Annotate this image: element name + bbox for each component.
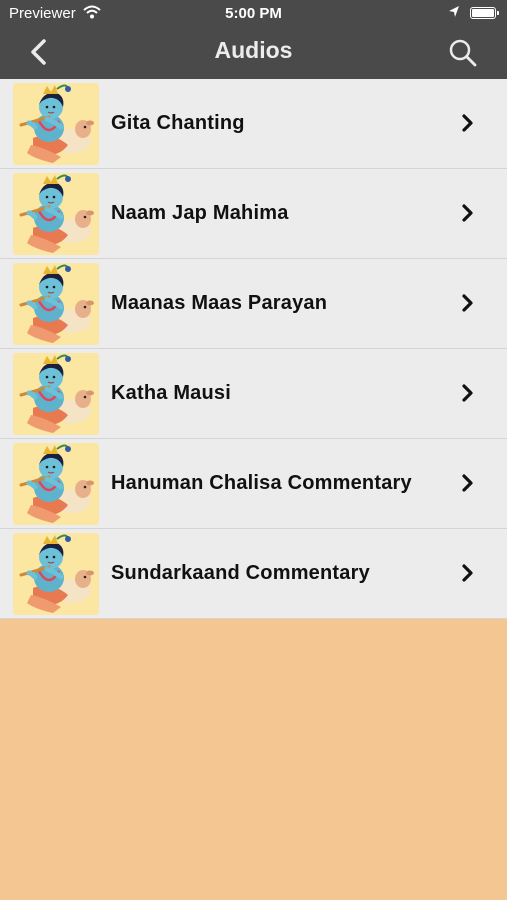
list-item-label: Hanuman Chalisa Commentary bbox=[111, 472, 412, 494]
page-title: Audios bbox=[214, 37, 293, 63]
status-bar: Previewer 5:00 PM bbox=[0, 0, 507, 26]
krishna-thumbnail bbox=[13, 83, 99, 165]
battery-icon bbox=[470, 7, 499, 19]
chevron-right-icon bbox=[461, 383, 475, 403]
navigation-bar: Audios bbox=[0, 26, 507, 79]
krishna-thumbnail bbox=[13, 263, 99, 345]
search-icon[interactable] bbox=[448, 38, 478, 68]
list-item[interactable]: Katha Mausi bbox=[0, 349, 507, 439]
krishna-thumbnail bbox=[13, 353, 99, 435]
status-time: 5:00 PM bbox=[225, 5, 282, 22]
chevron-right-icon bbox=[461, 563, 475, 583]
chevron-right-icon bbox=[461, 473, 475, 493]
list-item-label: Maanas Maas Parayan bbox=[111, 292, 328, 314]
location-arrow-icon bbox=[448, 5, 460, 22]
chevron-right-icon bbox=[461, 203, 475, 223]
list-item[interactable]: Naam Jap Mahima bbox=[0, 169, 507, 259]
list-item[interactable]: Maanas Maas Parayan bbox=[0, 259, 507, 349]
chevron-right-icon bbox=[461, 293, 475, 313]
chevron-right-icon bbox=[461, 113, 475, 133]
krishna-thumbnail bbox=[13, 533, 99, 615]
audio-list: Gita Chanting Naam Jap Mahima Maanas Maa… bbox=[0, 79, 507, 619]
list-item-label: Gita Chanting bbox=[111, 112, 245, 134]
krishna-thumbnail bbox=[13, 173, 99, 255]
list-item-label: Katha Mausi bbox=[111, 382, 232, 404]
list-item[interactable]: Sundarkaand Commentary bbox=[0, 529, 507, 619]
list-item-label: Sundarkaand Commentary bbox=[111, 562, 370, 584]
list-item-label: Naam Jap Mahima bbox=[111, 202, 289, 224]
krishna-thumbnail bbox=[13, 443, 99, 525]
list-item[interactable]: Hanuman Chalisa Commentary bbox=[0, 439, 507, 529]
list-item[interactable]: Gita Chanting bbox=[0, 79, 507, 169]
